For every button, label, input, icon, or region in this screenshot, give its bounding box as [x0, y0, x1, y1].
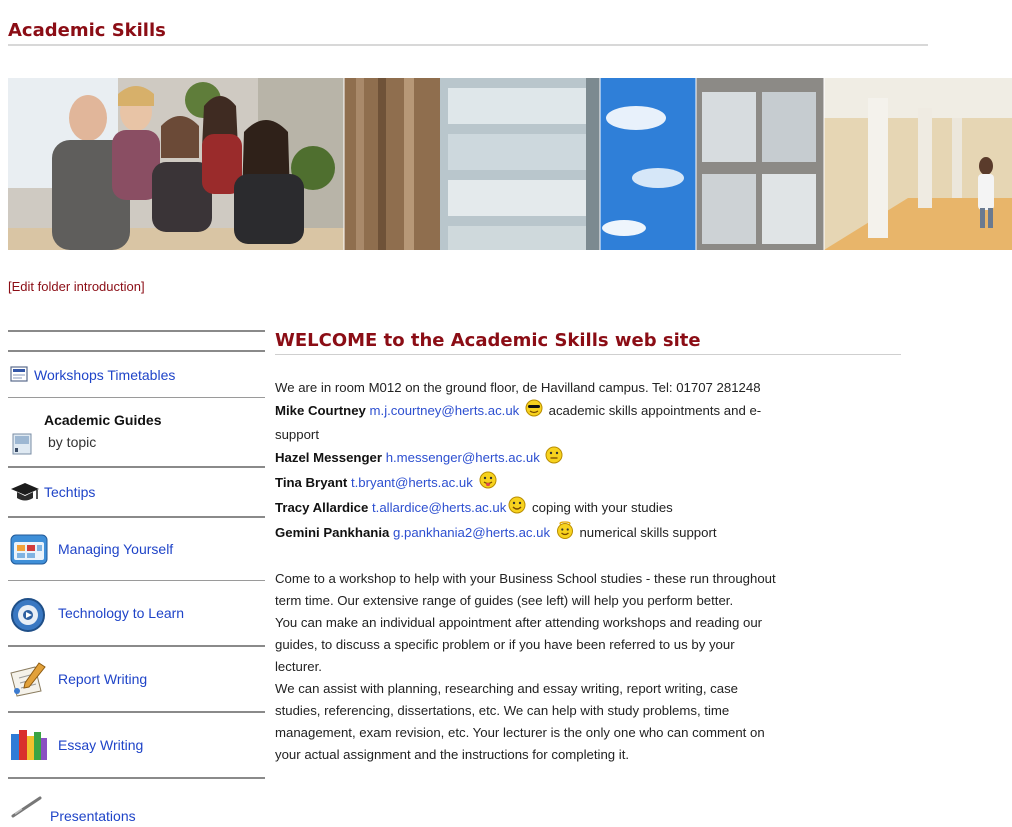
contact-note: academic skills appointments and e-: [548, 403, 762, 418]
body-text-line: guides, to discuss a specific problem or…: [275, 637, 735, 652]
angel-smiley-icon: [556, 521, 574, 546]
banner-image: [8, 78, 1012, 250]
contact-name: Tracy Allardice: [275, 500, 369, 515]
sidebar-item-label[interactable]: Essay Writing: [58, 737, 143, 753]
contact-note: coping with your studies: [532, 500, 673, 515]
sidebar-item-label[interactable]: Techtips: [44, 484, 95, 500]
contact-hazel-messenger: Hazel Messenger h.messenger@herts.ac.uk: [275, 446, 903, 471]
contact-gemini-pankhania: Gemini Pankhania g.pankhania2@herts.ac.u…: [275, 521, 903, 546]
contact-name: Mike Courtney: [275, 403, 366, 418]
contact-note-continued: support: [275, 427, 319, 442]
sidebar-item-technology-to-learn[interactable]: Technology to Learn: [8, 581, 265, 645]
contact-email-link[interactable]: t.allardice@herts.ac.uk: [372, 500, 506, 515]
contact-name: Gemini Pankhania: [275, 525, 390, 540]
contact-email-link[interactable]: t.bryant@herts.ac.uk: [351, 475, 473, 490]
sidebar-item-managing-yourself[interactable]: Managing Yourself: [8, 518, 265, 580]
sidebar-item-label[interactable]: Presentations: [50, 808, 136, 824]
sidebar-item-workshops-timetables[interactable]: Workshops Timetables: [8, 352, 265, 397]
page: Academic Skills [Edit folder introductio…: [0, 0, 1012, 827]
tongue-smiley-icon: [479, 471, 497, 496]
smile-smiley-icon: [508, 496, 526, 521]
page-title: Academic Skills: [8, 20, 166, 41]
location-text: We are in room M012 on the ground floor,…: [275, 380, 761, 395]
sidebar-item-academic-guides[interactable]: Academic Guides by topic: [8, 398, 265, 466]
body-text-line: You can make an individual appointment a…: [275, 615, 763, 630]
neutral-smiley-icon: [545, 446, 563, 471]
cool-smiley-icon: [525, 399, 543, 424]
graduation-cap-icon: [8, 481, 42, 503]
contact-mike-courtney: Mike Courtney m.j.courtney@herts.ac.uk a…: [275, 399, 903, 424]
pointer-icon: [8, 794, 46, 820]
academic-guides-heading: Academic Guides: [44, 412, 162, 428]
pen-paper-icon: [8, 661, 50, 697]
books-icon: [8, 728, 50, 762]
sidebar-item-label[interactable]: Report Writing: [58, 671, 147, 687]
edit-folder-introduction-link[interactable]: [Edit folder introduction]: [8, 279, 145, 294]
welcome-heading: WELCOME to the Academic Skills web site: [275, 330, 701, 351]
sidebar-item-essay-writing[interactable]: Essay Writing: [8, 713, 265, 777]
body-text-line: term time. Our extensive range of guides…: [275, 593, 734, 608]
book-icon: [8, 429, 38, 459]
body-text-line: your actual assignment and the instructi…: [275, 747, 630, 762]
contact-tracy-allardice: Tracy Allardice t.allardice@herts.ac.uk …: [275, 496, 903, 521]
academic-guides-subtitle: by topic: [48, 434, 97, 450]
contact-email-link[interactable]: h.messenger@herts.ac.uk: [386, 450, 540, 465]
body-text-line: management, exam revision, etc. Your lec…: [275, 725, 765, 740]
sidebar-item-label[interactable]: Managing Yourself: [58, 541, 173, 557]
sidebar-item-label[interactable]: Technology to Learn: [58, 605, 184, 621]
sidebar-item-presentations[interactable]: Presentations: [8, 779, 265, 827]
main-content: WELCOME to the Academic Skills web site …: [275, 330, 903, 766]
contact-name: Tina Bryant: [275, 475, 348, 490]
body-text-line: studies, referencing, dissertations, etc…: [275, 703, 730, 718]
title-divider: [8, 44, 928, 46]
body-text-line: We can assist with planning, researching…: [275, 681, 739, 696]
body-text-line: Come to a workshop to help with your Bus…: [275, 571, 776, 586]
sidebar-nav: Workshops Timetables Academic Guides by …: [8, 330, 265, 827]
contact-name: Hazel Messenger: [275, 450, 383, 465]
sidebar-item-report-writing[interactable]: Report Writing: [8, 647, 265, 711]
contact-tina-bryant: Tina Bryant t.bryant@herts.ac.uk: [275, 471, 903, 496]
document-icon: [8, 365, 32, 384]
body-text-line: lecturer.: [275, 659, 322, 674]
media-icon: [8, 597, 48, 633]
calendar-icon: [8, 532, 50, 566]
sidebar-item-techtips[interactable]: Techtips: [8, 468, 265, 516]
sidebar-item-label[interactable]: Workshops Timetables: [34, 367, 175, 383]
contact-note: numerical skills support: [579, 525, 717, 540]
contact-email-link[interactable]: m.j.courtney@herts.ac.uk: [370, 403, 520, 418]
contact-email-link[interactable]: g.pankhania2@herts.ac.uk: [393, 525, 550, 540]
